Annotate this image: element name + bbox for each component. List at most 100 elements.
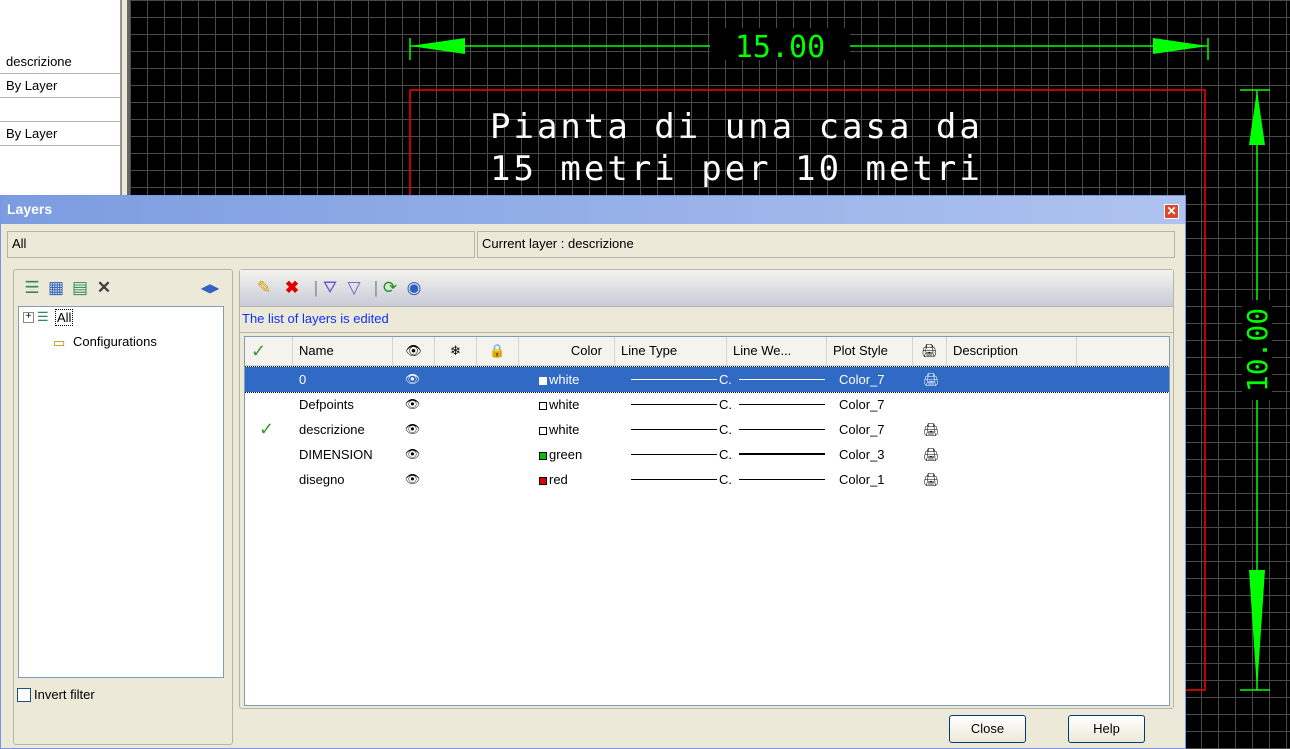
layers-dialog: Layers ✕ All Current layer : descrizione…: [0, 195, 1186, 749]
linetype-name[interactable]: C.: [719, 442, 732, 467]
dimension-text-top: 15.00: [735, 30, 825, 65]
tree-item-configurations[interactable]: Configurations: [73, 334, 157, 349]
plot-icon[interactable]: 🖨: [923, 417, 940, 442]
table-row[interactable]: 0 👁 white C. Color_7 🖨: [245, 366, 1169, 393]
color-name: red: [549, 472, 568, 487]
color-cell[interactable]: white: [539, 392, 579, 417]
on-icon[interactable]: 👁: [405, 442, 420, 467]
new-property-filter-icon[interactable]: ☰: [22, 278, 42, 298]
linetype-line: [631, 454, 717, 455]
property-layer[interactable]: descrizione: [0, 50, 120, 74]
lineweight-line[interactable]: [739, 479, 825, 480]
current-check-icon: ✓: [259, 419, 275, 439]
table-row[interactable]: disegno 👁 red C. Color_1 🖨: [245, 467, 1169, 492]
drawing-title-line1: Pianta di una casa da: [490, 107, 983, 147]
linetype-name[interactable]: C.: [719, 367, 732, 392]
header-lineweight[interactable]: Line We...: [727, 337, 827, 365]
plot-style[interactable]: Color_3: [839, 442, 885, 467]
layer-name[interactable]: descrizione: [299, 417, 365, 442]
visibility-icon[interactable]: ◉: [404, 278, 424, 298]
close-button[interactable]: Close: [949, 715, 1026, 743]
layer-states-icon[interactable]: ▤: [70, 278, 90, 298]
on-icon[interactable]: 👁: [405, 392, 420, 417]
layer-name[interactable]: Defpoints: [299, 392, 354, 417]
header-lock-icon[interactable]: 🔒: [477, 337, 519, 365]
properties-panel: descrizione By Layer By Layer: [0, 0, 121, 195]
color-name: white: [549, 372, 580, 387]
new-group-filter-icon[interactable]: ▦: [46, 278, 66, 298]
list-header: ✓ Name 👁 ❄ 🔒 Color Line Type Line We... …: [245, 337, 1169, 366]
layer-toolbar: ✎ ✖ | ⛛ ▽ | ⟳ ◉: [240, 270, 1173, 307]
color-cell[interactable]: white: [539, 417, 579, 442]
property-color[interactable]: By Layer: [0, 74, 120, 98]
linetype-name[interactable]: C.: [719, 392, 732, 417]
dialog-title: Layers: [7, 201, 53, 217]
filter-toolbar: ☰ ▦ ▤ ✕ ◀▶: [14, 270, 232, 306]
header-freeze-icon[interactable]: ❄: [435, 337, 477, 365]
layer-list[interactable]: ✓ Name 👁 ❄ 🔒 Color Line Type Line We... …: [244, 336, 1170, 706]
header-linetype[interactable]: Line Type: [615, 337, 727, 365]
close-icon[interactable]: ✕: [1164, 204, 1179, 219]
invert-filter-checkbox[interactable]: Invert filter: [17, 687, 95, 702]
dimension-text-right: 10.00: [1241, 308, 1274, 392]
header-on-icon[interactable]: 👁: [393, 337, 435, 365]
plot-style[interactable]: Color_7: [839, 392, 885, 417]
linetype-name[interactable]: C.: [719, 417, 732, 442]
arrow-right: [1153, 38, 1208, 54]
property-linetype[interactable]: By Layer: [0, 122, 120, 146]
filter-tree-pane: ☰ ▦ ▤ ✕ ◀▶ + ☰ All ▭ Configurations: [13, 269, 233, 745]
color-swatch: [539, 376, 547, 385]
plot-icon[interactable]: 🖨: [923, 367, 940, 392]
help-button[interactable]: Help: [1068, 715, 1145, 743]
new-layer-icon[interactable]: ✎: [254, 278, 274, 298]
delete-layer-icon[interactable]: ✖: [282, 278, 302, 298]
lineweight-line[interactable]: [739, 429, 825, 430]
arrow-down: [1249, 570, 1265, 690]
on-icon[interactable]: 👁: [405, 467, 420, 492]
property-blank[interactable]: [0, 98, 120, 122]
lineweight-line[interactable]: [739, 379, 825, 380]
plot-style[interactable]: Color_1: [839, 467, 885, 492]
linetype-line: [631, 479, 717, 480]
filter-icon[interactable]: ⛛: [320, 278, 340, 298]
refresh-icon[interactable]: ⟳: [380, 278, 400, 298]
layer-name[interactable]: DIMENSION: [299, 442, 373, 467]
plot-icon[interactable]: 🖨: [923, 467, 940, 492]
color-name: white: [549, 397, 580, 412]
dialog-titlebar[interactable]: Layers ✕: [1, 196, 1185, 224]
table-row[interactable]: ✓ descrizione 👁 white C. Color_7 🖨: [245, 417, 1169, 442]
plot-icon[interactable]: 🖨: [923, 442, 940, 467]
linetype-name[interactable]: C.: [719, 467, 732, 492]
on-icon[interactable]: 👁: [405, 417, 420, 442]
header-plot-icon[interactable]: 🖨: [913, 337, 947, 365]
collapse-pane-icon[interactable]: ◀▶: [200, 278, 220, 298]
arrow-left: [410, 38, 465, 54]
color-cell[interactable]: red: [539, 467, 568, 492]
header-name[interactable]: Name: [293, 337, 393, 365]
plot-style[interactable]: Color_7: [839, 417, 885, 442]
color-name: white: [549, 422, 580, 437]
plot-style[interactable]: Color_7: [839, 367, 885, 392]
delete-filter-icon[interactable]: ✕: [94, 278, 114, 298]
on-icon[interactable]: 👁: [405, 367, 420, 392]
lineweight-line[interactable]: [739, 453, 825, 455]
expand-icon[interactable]: +: [23, 312, 34, 323]
layers-stack-icon: ☰: [37, 309, 49, 324]
filter-edit-icon[interactable]: ▽: [344, 278, 364, 298]
header-plotstyle[interactable]: Plot Style: [827, 337, 913, 365]
invert-filter-box[interactable]: [17, 687, 31, 702]
drawing-title-line2: 15 metri per 10 metri: [490, 149, 983, 189]
lineweight-line[interactable]: [739, 404, 825, 405]
table-row[interactable]: DIMENSION 👁 green C. Color_3 🖨: [245, 442, 1169, 467]
color-cell[interactable]: green: [539, 442, 582, 467]
tree-item-all[interactable]: All: [55, 309, 74, 326]
header-current-icon[interactable]: ✓: [245, 337, 293, 365]
invert-filter-label: Invert filter: [34, 687, 95, 702]
layer-name[interactable]: 0: [299, 367, 306, 392]
table-row[interactable]: Defpoints 👁 white C. Color_7: [245, 392, 1169, 417]
layer-name[interactable]: disegno: [299, 467, 345, 492]
panel-splitter[interactable]: [121, 0, 130, 195]
header-description[interactable]: Description: [947, 337, 1077, 365]
header-color[interactable]: Color: [519, 337, 615, 365]
color-cell[interactable]: white: [539, 367, 579, 392]
